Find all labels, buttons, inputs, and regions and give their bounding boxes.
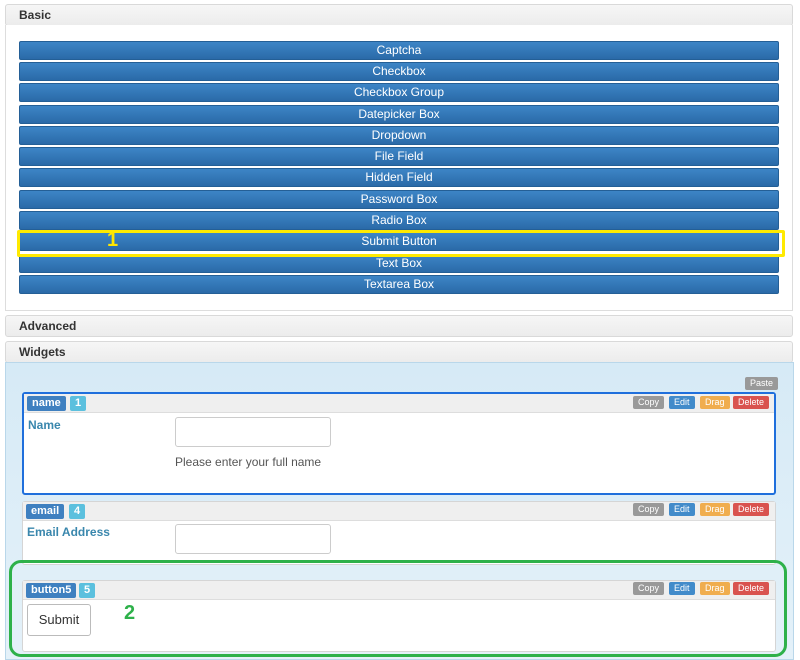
delete-button[interactable]: Delete	[733, 396, 770, 409]
email-input[interactable]	[175, 524, 331, 554]
section-widgets-header[interactable]: Widgets	[5, 341, 793, 363]
paste-button[interactable]: Paste	[745, 377, 779, 390]
annotation-2: 2	[124, 602, 136, 624]
field-type-hidden-field[interactable]: Hidden Field	[19, 168, 779, 187]
name-input[interactable]	[175, 417, 331, 447]
widget-index-badge: 4	[69, 504, 86, 519]
widget-name-tag: email	[26, 504, 65, 519]
drag-button[interactable]: Drag	[700, 503, 730, 516]
field-type-textarea-box[interactable]: Textarea Box	[19, 275, 779, 294]
field-type-radio-box[interactable]: Radio Box	[19, 211, 779, 230]
copy-button[interactable]: Copy	[633, 396, 665, 409]
edit-button[interactable]: Edit	[669, 396, 695, 409]
drag-button[interactable]: Drag	[700, 396, 730, 409]
help-text: Please enter your full name	[175, 455, 322, 469]
section-basic-header[interactable]: Basic	[5, 4, 793, 26]
field-type-password-box[interactable]: Password Box	[19, 190, 779, 209]
field-label: Email Address	[27, 525, 110, 539]
widget-index-badge: 1	[70, 396, 87, 411]
field-type-dropdown[interactable]: Dropdown	[19, 126, 779, 145]
highlight-submit-button	[17, 230, 785, 257]
copy-button[interactable]: Copy	[633, 503, 665, 516]
field-label: Name	[28, 418, 61, 432]
widget-name-tag: name	[27, 396, 66, 411]
field-type-datepicker[interactable]: Datepicker Box	[19, 105, 779, 124]
field-type-checkbox-group[interactable]: Checkbox Group	[19, 83, 779, 102]
field-type-captcha[interactable]: Captcha	[19, 41, 779, 60]
section-advanced-header[interactable]: Advanced	[5, 315, 793, 337]
edit-button[interactable]: Edit	[669, 503, 695, 516]
annotation-1: 1	[107, 229, 119, 251]
field-type-checkbox[interactable]: Checkbox	[19, 62, 779, 81]
delete-button[interactable]: Delete	[733, 503, 770, 516]
field-type-file-field[interactable]: File Field	[19, 147, 779, 166]
